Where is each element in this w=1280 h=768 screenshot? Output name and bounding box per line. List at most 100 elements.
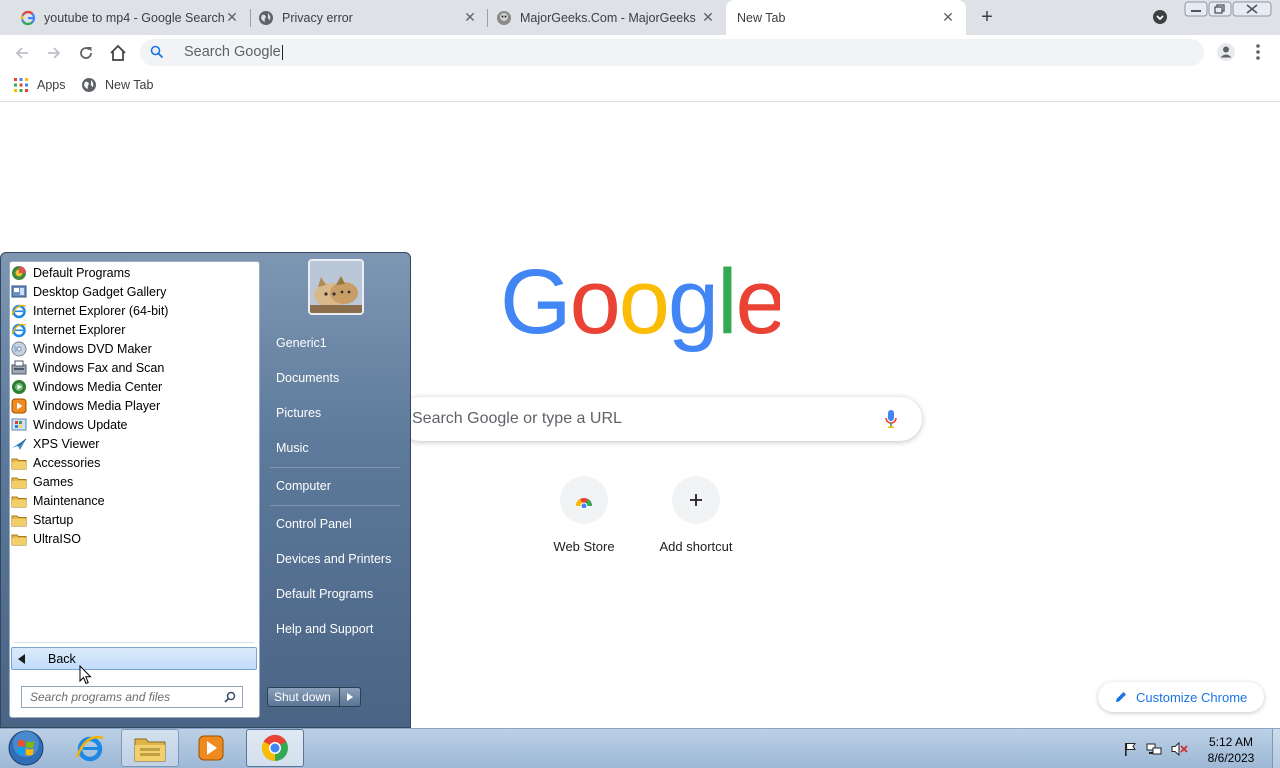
window-close-icon[interactable]	[1232, 1, 1272, 17]
start-link-control-panel[interactable]: Control Panel	[276, 517, 352, 531]
tab-majorgeeks[interactable]: MajorGeeks.Com - MajorGeeks ✕	[476, 0, 726, 35]
omnibox-placeholder: Search Google	[184, 44, 281, 60]
program-ie-64[interactable]: Internet Explorer (64-bit)	[11, 301, 256, 320]
taskbar-ie[interactable]	[61, 729, 119, 767]
start-link-music[interactable]: Music	[276, 441, 309, 455]
shortcut-web-store[interactable]: Web Store	[534, 474, 634, 564]
program-maintenance[interactable]: Maintenance	[11, 491, 256, 510]
program-ultraiso[interactable]: UltraISO	[11, 529, 256, 548]
shutdown-arrow-icon[interactable]	[340, 693, 360, 701]
program-label: Windows DVD Maker	[33, 341, 152, 356]
google-g-icon	[20, 10, 36, 26]
microphone-icon[interactable]	[884, 409, 898, 429]
bookmarks-bar	[0, 69, 1280, 102]
reload-icon[interactable]	[75, 42, 97, 64]
program-games[interactable]: Games	[11, 472, 256, 491]
shortcut-add[interactable]: Add shortcut	[646, 474, 746, 564]
ie-icon	[11, 303, 27, 319]
taskbar-chrome[interactable]	[246, 729, 304, 767]
folder-icon	[11, 455, 27, 471]
profile-icon[interactable]	[1216, 42, 1236, 62]
svg-text:Google: Google	[500, 258, 780, 353]
divider	[270, 505, 400, 506]
media-center-icon	[11, 379, 27, 395]
program-default-programs[interactable]: Default Programs	[11, 263, 256, 282]
program-label: Internet Explorer (64-bit)	[33, 303, 169, 318]
bookmark-label: Apps	[37, 78, 66, 92]
program-media-center[interactable]: Windows Media Center	[11, 377, 256, 396]
start-search-input[interactable]: Search programs and files	[21, 686, 243, 708]
menu-kebab-icon[interactable]	[1252, 43, 1264, 61]
tab-title: youtube to mp4 - Google Search	[44, 10, 224, 25]
divider	[270, 467, 400, 468]
xps-icon	[11, 436, 27, 452]
home-icon[interactable]	[107, 42, 129, 64]
program-desktop-gadget-gallery[interactable]: Desktop Gadget Gallery	[11, 282, 256, 301]
program-label: Internet Explorer	[33, 322, 126, 337]
program-label: Accessories	[33, 455, 101, 470]
program-xps-viewer[interactable]: XPS Viewer	[11, 434, 256, 453]
forward-arrow-icon[interactable]	[43, 42, 65, 64]
volume-muted-icon[interactable]	[1171, 741, 1188, 757]
webstore-icon	[560, 476, 608, 524]
new-tab-plus-icon[interactable]: +	[978, 6, 996, 28]
customize-chrome-button[interactable]: Customize Chrome	[1098, 682, 1264, 712]
program-label: Maintenance	[33, 493, 105, 508]
minimize-icon[interactable]	[1184, 1, 1208, 17]
start-orb-icon[interactable]	[6, 729, 46, 767]
start-link-pictures[interactable]: Pictures	[276, 406, 321, 420]
omnibox[interactable]	[140, 39, 1204, 66]
bookmark-new-tab[interactable]: New Tab	[81, 76, 153, 94]
program-startup[interactable]: Startup	[11, 510, 256, 529]
google-logo: Google	[500, 258, 780, 358]
restore-icon[interactable]	[1208, 1, 1232, 17]
plus-icon	[672, 476, 720, 524]
back-button[interactable]: Back	[11, 647, 257, 670]
bookmark-label: New Tab	[105, 78, 154, 92]
user-avatar[interactable]	[308, 259, 364, 315]
program-ie[interactable]: Internet Explorer	[11, 320, 256, 339]
program-label: UltraISO	[33, 531, 81, 546]
folder-icon	[11, 474, 27, 490]
shortcut-label: Add shortcut	[659, 539, 733, 554]
program-label: Windows Media Center	[33, 379, 163, 394]
bookmark-apps[interactable]: Apps	[13, 76, 66, 94]
program-accessories[interactable]: Accessories	[11, 453, 256, 472]
taskbar-explorer[interactable]	[121, 729, 179, 767]
program-dvd-maker[interactable]: Windows DVD Maker	[11, 339, 256, 358]
default-programs-icon	[11, 265, 27, 281]
back-triangle-icon	[18, 653, 26, 664]
folder-icon	[11, 512, 27, 528]
shutdown-label: Shut down	[268, 688, 340, 706]
program-label: Windows Fax and Scan	[33, 360, 165, 375]
search-icon	[224, 691, 236, 703]
close-icon[interactable]: ✕	[940, 9, 956, 26]
start-link-devices-printers[interactable]: Devices and Printers	[276, 552, 391, 566]
start-link-default-programs[interactable]: Default Programs	[276, 587, 373, 601]
tab-search-icon[interactable]	[1152, 9, 1168, 25]
tab-youtube-search[interactable]: youtube to mp4 - Google Search ✕	[0, 0, 250, 35]
start-link-help-support[interactable]: Help and Support	[276, 622, 373, 636]
taskbar-clock[interactable]: 5:12 AM 8/6/2023	[1196, 734, 1266, 766]
program-windows-update[interactable]: Windows Update	[11, 415, 256, 434]
program-fax-and-scan[interactable]: Windows Fax and Scan	[11, 358, 256, 377]
dvd-icon	[11, 341, 27, 357]
shortcut-label: Web Store	[553, 539, 615, 554]
taskbar-media-player[interactable]	[182, 729, 240, 767]
mouse-cursor-icon	[79, 665, 92, 685]
back-arrow-icon[interactable]	[11, 42, 33, 64]
tab-new-tab[interactable]: New Tab ✕	[726, 0, 966, 35]
majorgeeks-icon	[496, 10, 512, 26]
shutdown-button[interactable]: Shut down	[267, 687, 361, 707]
tab-privacy-error[interactable]: Privacy error ✕	[238, 0, 488, 35]
start-link-user[interactable]: Generic1	[276, 336, 327, 350]
action-center-flag-icon[interactable]	[1122, 741, 1138, 757]
show-desktop-button[interactable]	[1272, 729, 1280, 768]
text-caret	[282, 45, 283, 60]
start-link-computer[interactable]: Computer	[276, 479, 331, 493]
program-label: Windows Media Player	[33, 398, 161, 413]
start-link-documents[interactable]: Documents	[276, 371, 339, 385]
close-icon[interactable]: ✕	[700, 9, 716, 26]
program-media-player[interactable]: Windows Media Player	[11, 396, 256, 415]
network-icon[interactable]	[1146, 741, 1162, 757]
